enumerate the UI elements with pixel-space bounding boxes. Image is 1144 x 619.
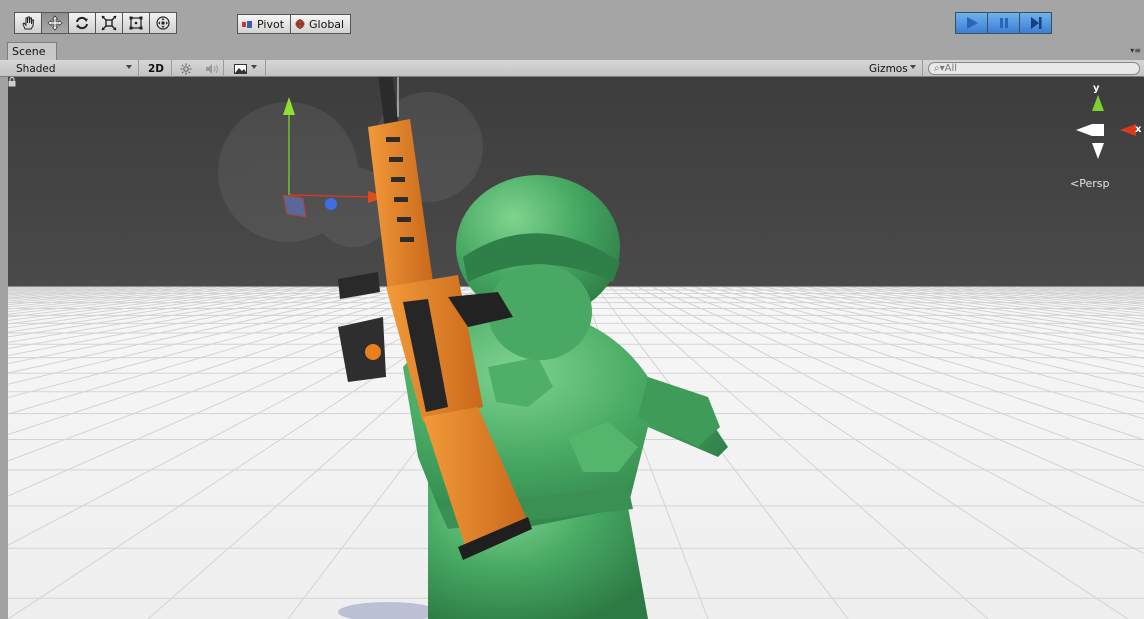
chevron-left-icon: <: [1070, 177, 1080, 190]
tab-scene[interactable]: Scene: [7, 42, 57, 60]
scene-toolbar: Shaded 2D Gizmos ⌕▾All: [0, 60, 1144, 77]
scale-tool-icon: [101, 15, 117, 31]
main-toolbar: Pivot Global: [0, 0, 1144, 42]
play-controls: [955, 12, 1052, 34]
pivot-icon: [242, 20, 252, 28]
audio-toggle-button[interactable]: [200, 60, 224, 77]
scene-tab-bar: Scene ▾≡: [0, 42, 1144, 60]
play-button[interactable]: [955, 12, 988, 34]
pause-button[interactable]: [987, 12, 1020, 34]
rect-tool-button[interactable]: [122, 12, 150, 34]
pivot-label: Pivot: [257, 17, 285, 31]
global-label: Global: [309, 17, 345, 31]
gizmo-y-label: y: [1093, 83, 1100, 94]
lock-icon[interactable]: [8, 77, 16, 87]
chevron-down-icon: [910, 65, 916, 69]
draw-mode-label: Shaded: [16, 62, 56, 75]
step-button[interactable]: [1019, 12, 1052, 34]
transform-tool-button[interactable]: [149, 12, 177, 34]
rotate-tool-icon: [76, 16, 88, 30]
hand-tool-button[interactable]: [14, 12, 42, 34]
scale-tool-button[interactable]: [95, 12, 123, 34]
chevron-down-icon: [126, 65, 132, 69]
projection-label: Persp: [1079, 177, 1110, 190]
scene-render: [8, 77, 1144, 619]
transform-tools: [14, 12, 177, 34]
search-icon: ⌕▾: [934, 63, 945, 74]
projection-toggle[interactable]: <Persp: [1070, 177, 1109, 190]
gizmos-label: Gizmos: [869, 62, 908, 75]
sun-icon: [180, 63, 192, 74]
move-tool-button[interactable]: [41, 12, 69, 34]
draw-mode-dropdown[interactable]: Shaded: [8, 60, 139, 77]
search-placeholder: All: [944, 63, 958, 74]
transform-tool-icon: [156, 16, 170, 30]
center-cube-icon[interactable]: [1092, 124, 1104, 136]
gizmo-x-label: x: [1135, 124, 1142, 135]
speaker-icon: [205, 63, 218, 74]
image-effects-icon: [234, 63, 247, 74]
gizmos-dropdown[interactable]: Gizmos: [865, 60, 923, 77]
pivot-mode-group: Pivot Global: [237, 14, 352, 34]
scene-search-input[interactable]: ⌕▾All: [928, 62, 1140, 75]
effects-dropdown[interactable]: [230, 60, 266, 77]
scene-viewport[interactable]: y x <Persp: [8, 77, 1144, 619]
z-axis-handle-icon[interactable]: [325, 198, 337, 210]
globe-icon: [295, 19, 305, 29]
play-icon: [966, 17, 978, 29]
move-tool-icon: [47, 15, 63, 31]
pause-icon: [999, 18, 1008, 28]
rotate-tool-button[interactable]: [68, 12, 96, 34]
tab-menu-icon[interactable]: ▾≡: [1130, 46, 1141, 55]
rect-tool-icon: [129, 16, 143, 30]
hand-tool-icon: [22, 16, 35, 30]
2d-toggle-button[interactable]: 2D: [141, 60, 172, 77]
pivot-toggle-button[interactable]: Pivot: [237, 14, 292, 34]
lighting-toggle-button[interactable]: [176, 60, 196, 77]
chevron-down-icon: [247, 60, 257, 77]
step-icon: [1030, 17, 1041, 29]
global-toggle-button[interactable]: Global: [290, 14, 352, 34]
